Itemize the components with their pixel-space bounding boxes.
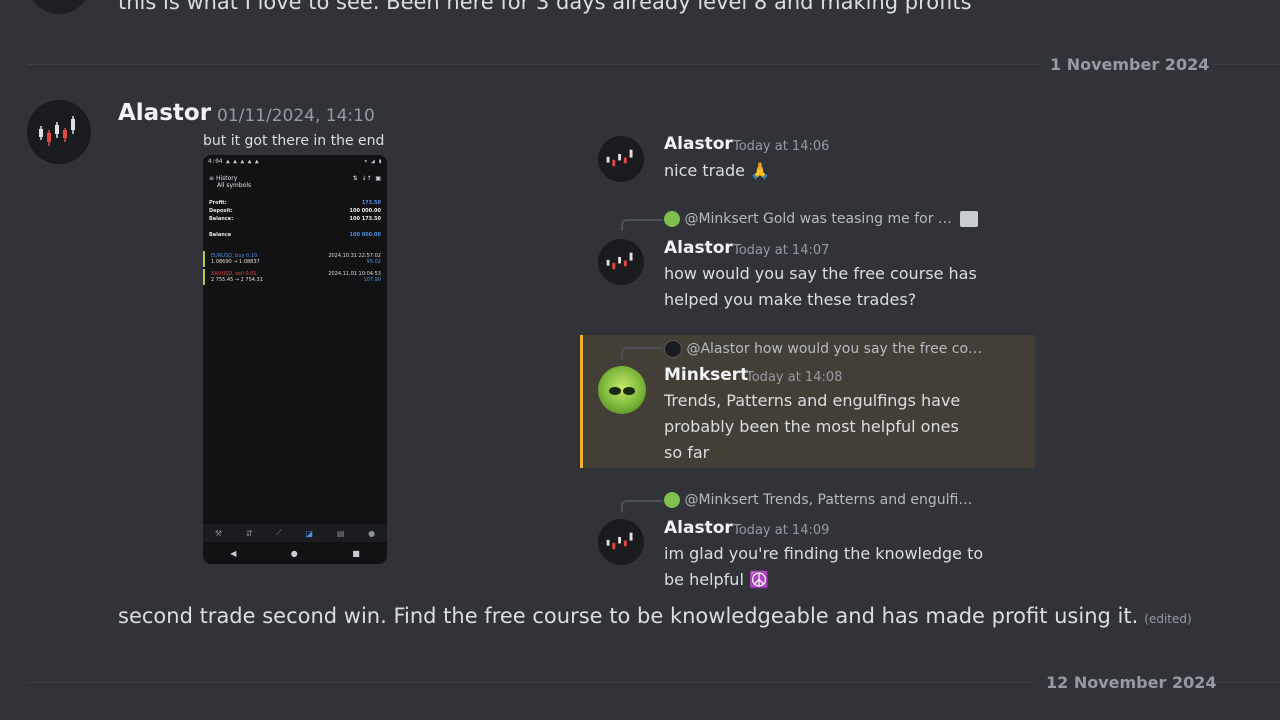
- phone-trade-row: EURUSD, buy 0.10 1.08690 → 1.08837 2024.1…: [203, 251, 387, 267]
- reply-preview[interactable]: @Minksert Trends, Patterns and engulfi…: [664, 492, 972, 508]
- message-timestamp: Today at 14:08: [746, 370, 843, 385]
- phone-row: Balance 100 000.00: [209, 232, 381, 238]
- avatar[interactable]: [27, 100, 91, 164]
- quotes-icon: ⇵: [245, 528, 253, 538]
- reply-preview[interactable]: @Alastor how would you say the free co…: [664, 340, 982, 358]
- history-icon: ▤: [336, 528, 345, 538]
- phone-row: Deposit: 100 000.00: [209, 208, 381, 214]
- message-timestamp: Today at 14:06: [733, 139, 830, 154]
- phone-status-bar: 4:04 ▲ ▲ ▲ ▲ ▲ ▾ ◢ ▮: [208, 158, 382, 165]
- avatar[interactable]: [27, 0, 91, 14]
- alien-avatar-icon: [664, 211, 680, 227]
- avatar[interactable]: [598, 136, 644, 182]
- phone-tab-bar: ⚒ ⇵ ⟋ ◪ ▤ ●: [203, 524, 387, 542]
- message-text: helped you make these trades?: [664, 290, 917, 309]
- message-body: second trade second win. Find the free c…: [118, 604, 1139, 628]
- chart-avatar-icon: [39, 116, 75, 146]
- message-text: so far: [664, 443, 710, 462]
- date-divider: 1 November 2024: [1050, 55, 1210, 74]
- message-author[interactable]: Alastor: [664, 134, 733, 154]
- message-text: Trends, Patterns and engulfings have: [664, 391, 961, 410]
- message-author[interactable]: Alastor: [664, 238, 733, 258]
- message-text: how would you say the free course has: [664, 264, 977, 283]
- chart-avatar-icon: [664, 340, 682, 358]
- chart-avatar-icon: [606, 149, 633, 167]
- avatar[interactable]: [598, 519, 644, 565]
- message-text: probably been the most helpful ones: [664, 417, 959, 436]
- chart-avatar-icon: [606, 252, 633, 270]
- message-text: this is what I love to see. Been here fo…: [118, 0, 972, 14]
- date-divider-line: [27, 682, 1035, 683]
- message-author[interactable]: Alastor: [664, 518, 733, 538]
- message-text: nice trade 🙏: [664, 161, 770, 180]
- message-timestamp: Today at 14:07: [733, 243, 830, 258]
- avatar[interactable]: [598, 239, 644, 285]
- alien-avatar-icon: [664, 492, 680, 508]
- date-divider: 12 November 2024: [1046, 673, 1217, 692]
- reply-connector: [621, 219, 663, 231]
- message-timestamp: Today at 14:09: [733, 523, 830, 538]
- home-icon: ●: [290, 548, 298, 558]
- message-timestamp: 01/11/2024, 14:10: [217, 106, 375, 126]
- message-author[interactable]: Minksert: [664, 365, 748, 385]
- chart-icon: ⟋: [276, 528, 282, 537]
- phone-trade-row: XAUUSD, sell 0.01 2 755.45 → 2 754.31 202…: [203, 269, 387, 285]
- message-text: be helpful ☮️: [664, 570, 769, 589]
- message-text: second trade second win. Find the free c…: [118, 604, 1192, 628]
- reply-connector: [621, 500, 663, 512]
- date-divider-line: [1212, 64, 1280, 65]
- image-icon: [960, 211, 979, 227]
- reply-connector: [621, 347, 663, 359]
- date-divider-line: [27, 64, 1039, 65]
- message-author[interactable]: Alastor: [118, 100, 211, 126]
- wrench-icon: ⚒: [214, 528, 223, 538]
- phone-header: ≡ History All symbols ⇅ ↓↑ ▣: [209, 175, 381, 189]
- chart-avatar-icon: [606, 532, 633, 550]
- image-caption: but it got there in the end: [203, 133, 385, 149]
- recents-icon: ■: [352, 548, 360, 558]
- date-divider-line: [1216, 682, 1280, 683]
- alien-avatar[interactable]: [598, 366, 646, 414]
- phone-row: Profit: 173.50: [209, 200, 381, 206]
- messages-icon: ●: [368, 528, 376, 538]
- phone-system-bar: ◀ ● ■: [203, 542, 387, 564]
- edited-label: (edited): [1144, 612, 1192, 626]
- phone-screenshot-image[interactable]: 4:04 ▲ ▲ ▲ ▲ ▲ ▾ ◢ ▮ ≡ History All symbo…: [203, 155, 387, 564]
- phone-row: Balance: 100 173.50: [209, 216, 381, 222]
- back-icon: ◀: [230, 548, 237, 558]
- reply-preview[interactable]: @Minksert Gold was teasing me for …: [664, 211, 979, 227]
- trade-icon: ◪: [305, 528, 314, 538]
- alien-face-icon: [609, 387, 635, 395]
- message-text: im glad you're finding the knowledge to: [664, 544, 984, 563]
